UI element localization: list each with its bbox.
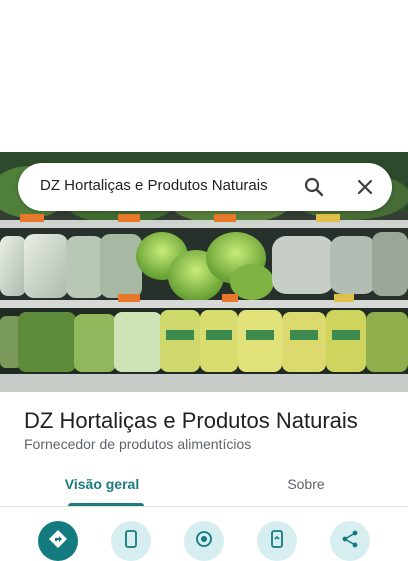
map-blank-area (0, 0, 408, 152)
nearby-button[interactable] (184, 521, 224, 561)
close-icon[interactable] (353, 175, 377, 199)
nearby-icon (196, 531, 212, 547)
tab-overview[interactable]: Visão geral (0, 465, 204, 507)
share-button[interactable] (330, 521, 370, 561)
search-query[interactable]: DZ Hortaliças e Produtos Naturais (40, 177, 268, 194)
directions-icon (49, 530, 67, 548)
tab-divider (0, 506, 408, 507)
send-to-phone-button[interactable] (257, 521, 297, 561)
tab-about[interactable]: Sobre (204, 465, 408, 507)
place-name: DZ Hortaliças e Produtos Naturais (24, 408, 358, 433)
search-icon[interactable] (302, 175, 326, 199)
place-category: Fornecedor de produtos alimentícios (24, 436, 252, 452)
directions-button[interactable] (38, 521, 78, 561)
phone-icon (125, 530, 137, 548)
share-icon (342, 530, 358, 548)
search-bar[interactable]: DZ Hortaliças e Produtos Naturais (18, 163, 392, 211)
send-to-phone-icon (271, 530, 283, 548)
call-button[interactable] (111, 521, 151, 561)
